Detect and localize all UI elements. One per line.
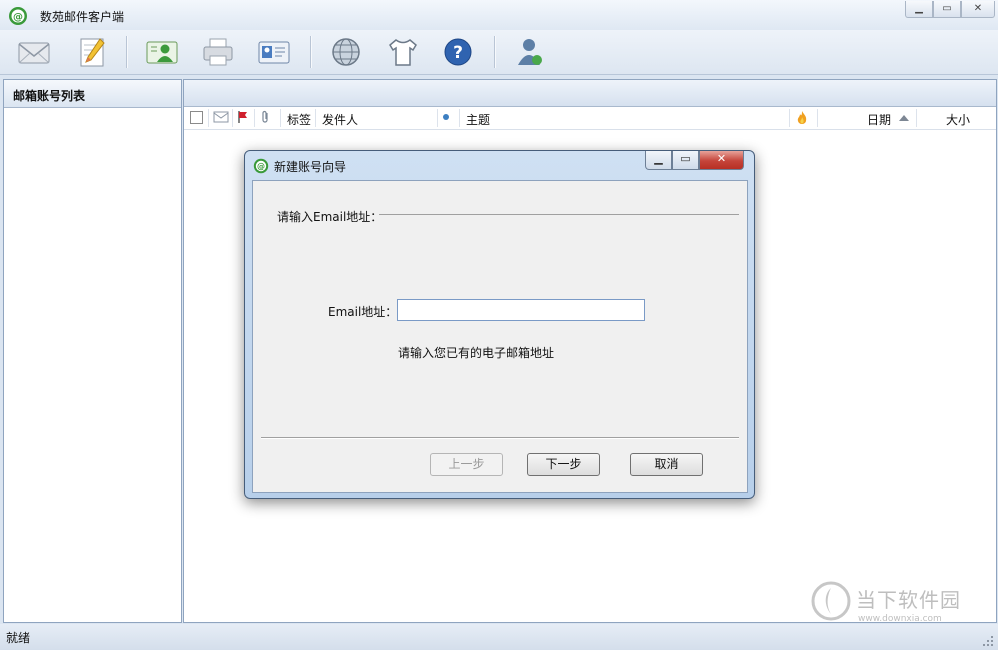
cancel-button[interactable]: 取消: [630, 453, 703, 476]
window-close-button[interactable]: ✕: [961, 1, 995, 18]
dialog-close-button[interactable]: ✕: [699, 151, 744, 170]
maximize-icon: ▭: [680, 152, 691, 165]
watermark: 当下软件园 www.downxia.com: [810, 580, 995, 630]
maximize-icon: ▭: [942, 3, 952, 14]
resize-grip-icon[interactable]: [982, 635, 994, 647]
importance-column[interactable]: [795, 110, 809, 129]
account-list-title: 邮箱账号列表: [13, 89, 86, 103]
subject-column[interactable]: 主题: [466, 111, 490, 128]
select-all-checkbox[interactable]: [190, 111, 203, 124]
next-step-button[interactable]: 下一步: [527, 453, 600, 476]
read-status-column[interactable]: [213, 110, 229, 127]
account-list-header: 邮箱账号列表: [4, 80, 181, 108]
account-button[interactable]: [511, 33, 549, 71]
contacts-button[interactable]: [143, 33, 181, 71]
close-icon: ✕: [973, 3, 983, 14]
date-column[interactable]: 日期: [867, 111, 891, 128]
toolbar-separator: [494, 36, 496, 68]
priority-dot-icon[interactable]: [443, 114, 449, 120]
receive-mail-button[interactable]: [15, 33, 53, 71]
print-button[interactable]: [199, 33, 237, 71]
paperclip-icon: [262, 110, 268, 123]
fire-icon: [797, 111, 807, 124]
size-column[interactable]: 大小: [946, 111, 970, 128]
watermark-url: www.downxia.com: [858, 614, 942, 624]
account-list-panel: 邮箱账号列表: [3, 79, 182, 623]
app-title: 数苑邮件客户端: [40, 10, 125, 24]
email-input[interactable]: [397, 299, 645, 321]
minimize-icon: ▁: [915, 3, 923, 14]
email-label: Email地址：: [328, 305, 398, 319]
globe-icon: [332, 38, 360, 66]
svg-text:@: @: [257, 162, 265, 171]
title-bar: @ 数苑邮件客户端 ▁ ▭ ✕: [0, 0, 998, 30]
button-divider: [261, 437, 739, 439]
minimize-icon: ▁: [654, 152, 663, 165]
receive-mail-icon: [18, 42, 50, 64]
skin-button[interactable]: [384, 33, 422, 71]
tag-column[interactable]: 标签: [287, 111, 311, 128]
window-maximize-button[interactable]: ▭: [933, 1, 961, 18]
flag-icon: [238, 111, 247, 123]
dialog-minimize-button[interactable]: ▁: [645, 151, 672, 170]
mail-list-toolbar: [184, 80, 996, 107]
close-icon: ✕: [716, 152, 727, 165]
previous-step-button[interactable]: 上一步: [430, 453, 503, 476]
app-logo-icon: @: [8, 6, 28, 26]
envelope-icon: [213, 111, 229, 123]
svg-text:?: ?: [453, 43, 463, 63]
toolbar-separator: [126, 36, 128, 68]
mail-list-column-header: 标签 发件人 主题 日期 大小: [184, 107, 996, 130]
help-icon: ?: [444, 38, 472, 66]
contacts-icon: [146, 41, 178, 64]
dialog-body: 请输入Email地址： Email地址： 请输入您已有的电子邮箱地址 上一步 下…: [252, 180, 748, 493]
status-text: 就绪: [6, 631, 31, 645]
svg-text:@: @: [13, 12, 23, 23]
toolbar: ?: [0, 30, 998, 75]
flag-column[interactable]: [237, 110, 249, 127]
address-card-icon: [258, 41, 290, 64]
window-minimize-button[interactable]: ▁: [905, 1, 933, 18]
new-account-wizard-dialog: @ 新建账号向导 ▁ ▭ ✕ 请输入Email地址： Email地址： 请输入您…: [244, 150, 755, 499]
help-button[interactable]: ?: [439, 33, 477, 71]
compose-button[interactable]: [73, 33, 111, 71]
sender-column[interactable]: 发件人: [322, 111, 358, 128]
watermark-logo-icon: [810, 580, 852, 622]
watermark-name: 当下软件园: [856, 588, 961, 612]
heading-divider: [379, 214, 739, 215]
dialog-maximize-button[interactable]: ▭: [672, 151, 699, 170]
toolbar-separator: [310, 36, 312, 68]
skin-icon: [389, 39, 417, 66]
attachment-column[interactable]: [261, 110, 271, 127]
compose-icon: [80, 38, 105, 67]
address-book-button[interactable]: [255, 33, 293, 71]
web-button[interactable]: [327, 33, 365, 71]
email-hint: 请输入您已有的电子邮箱地址: [398, 346, 555, 360]
print-icon: [203, 38, 233, 66]
step-heading: 请输入Email地址：: [277, 210, 383, 224]
dialog-logo-icon: @: [253, 158, 269, 174]
dialog-title: 新建账号向导: [274, 160, 347, 174]
user-account-icon: [518, 39, 542, 65]
main-window: @ 数苑邮件客户端 ▁ ▭ ✕ ? 邮箱账号列表 标签 发件人 主题 日期 大小…: [0, 0, 998, 650]
sort-ascending-icon: [899, 115, 909, 121]
